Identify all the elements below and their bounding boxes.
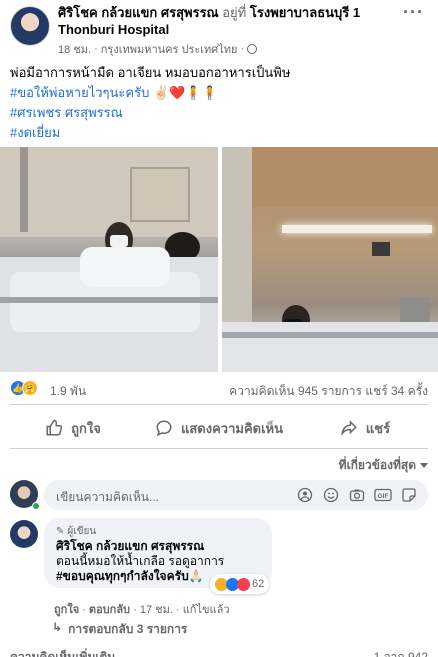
view-replies-button[interactable]: ↳ การตอบกลับ 3 รายการ [52, 620, 187, 639]
sticker-icon[interactable] [400, 486, 418, 504]
hashtag-link[interactable]: #งดเยี่ยม [10, 125, 60, 140]
post-photo-1[interactable] [0, 147, 218, 372]
comment-label: แสดงความคิดเห็น [180, 420, 283, 436]
comment-sort-row: ที่เกี่ยวข้องที่สุด [0, 456, 438, 472]
reply-arrow-icon: ↳ [52, 620, 63, 634]
care-reaction-icon: 🤗 [22, 380, 38, 396]
comment-composer: เขียนความคิดเห็น... GIF [0, 480, 438, 512]
author-name[interactable]: ศิริโชค กล้วยแขก ศรสุพรรณ [58, 5, 219, 20]
post-meta: 18 ชม. · กรุงเทพมหานคร ประเทศไทย · [58, 40, 258, 58]
share-count[interactable]: แชร์ 34 ครั้ง [365, 384, 428, 398]
sort-dropdown[interactable]: ที่เกี่ยวข้องที่สุด [339, 456, 428, 475]
comment-reaction-count: 62 [252, 578, 265, 590]
post-hashtag-line: #ขอให้พ่อหายไวๆนะครับ ✌🏻❤️🧍🧍 [10, 84, 430, 102]
comment-hashtag[interactable]: #ขอบคุณทุกๆกำลังใจครับ [56, 569, 189, 583]
post-title: ศิริโชค กล้วยแขก ศรสุพรรณ อยู่ที่ โรงพยา… [58, 4, 398, 38]
post-text: พ่อมีอาการหน้ามืด อาเจียน หมอบอกอาหารเป็… [10, 64, 430, 144]
pencil-icon: ✎ [56, 526, 65, 537]
commenter-avatar[interactable] [10, 520, 38, 548]
comment-page-count: 1 จาก 942 [373, 650, 428, 657]
meta-separator: · [94, 43, 98, 55]
comment-reactions[interactable]: 62 [210, 574, 270, 594]
caret-down-icon [420, 463, 428, 468]
view-more-comments[interactable]: ความคิดเห็นเพิ่มเติม [10, 648, 115, 657]
globe-icon [247, 44, 258, 54]
emoji-text: 🙏🏻 [188, 569, 204, 583]
at-prefix: อยู่ที่ [222, 5, 247, 20]
meta-separator: · [240, 43, 245, 55]
reaction-count[interactable]: 1.9 พัน [50, 382, 86, 401]
reaction-icons[interactable]: 👍 🤗 [10, 380, 38, 396]
comment-placeholder: เขียนความคิดเห็น... [56, 490, 159, 504]
ellipsis-icon[interactable]: ··· [403, 2, 424, 23]
comment-text: ตอนนี้หมอให้น้ำเกลือ รอดูอาการ [56, 554, 225, 568]
love-reaction-icon [237, 577, 250, 591]
share-arrow-icon [340, 420, 357, 436]
speech-bubble-icon [156, 420, 172, 437]
emoji-icon[interactable] [322, 486, 340, 504]
share-label: แชร์ [365, 420, 391, 436]
like-label: ถูกใจ [71, 420, 101, 436]
post-header: ศิริโชค กล้วยแขก ศรสุพรรณ อยู่ที่ โรงพยา… [0, 0, 438, 64]
replies-label: การตอบกลับ 3 รายการ [68, 622, 188, 636]
comment-item: ✎ ผู้เขียน ศิริโชค กล้วยแขก ศรสุพรรณ ตอน… [0, 518, 438, 616]
comment-meta: ถูกใจ · ตอบกลับ · 17 ชม. · แก้ไขแล้ว [54, 604, 230, 616]
divider [10, 448, 428, 449]
hashtag-link[interactable]: #ขอให้พ่อหายไวๆนะครับ [10, 85, 149, 100]
gif-icon[interactable]: GIF [374, 486, 392, 504]
commenter-name[interactable]: ศิริโชค กล้วยแขก ศรสุพรรณ [56, 539, 260, 554]
post-actions: ถูกใจ แสดงความคิดเห็น แชร์ [0, 410, 438, 446]
author-badge-label: ผู้เขียน [67, 526, 97, 537]
avatar-sticker-icon[interactable] [296, 486, 314, 504]
more-comments-row: ความคิดเห็นเพิ่มเติม 1 จาก 942 [0, 648, 438, 657]
comment-button[interactable]: แสดงความคิดเห็น [146, 410, 292, 446]
comment-input[interactable]: เขียนความคิดเห็น... GIF [44, 480, 428, 510]
post-time[interactable]: 18 ชม. [58, 40, 91, 58]
hashtag-link[interactable]: #ศรเพชร ศรสุพรรณ [10, 105, 123, 120]
comment-like-button[interactable]: ถูกใจ [54, 604, 79, 616]
post-location[interactable]: กรุงเทพมหานคร ประเทศไทย [101, 40, 238, 58]
comment-time[interactable]: 17 ชม. [140, 604, 173, 616]
author-avatar[interactable] [10, 6, 50, 46]
post-photos [0, 147, 438, 372]
emoji-text: ✌🏻❤️🧍🧍 [152, 85, 218, 100]
thumb-up-icon [46, 419, 63, 436]
sort-label: ที่เกี่ยวข้องที่สุด [338, 458, 416, 472]
post-stats: 👍 🤗 1.9 พัน ความคิดเห็น 945 รายการ แชร์ … [0, 380, 438, 398]
post-photo-2[interactable] [222, 147, 438, 372]
comment-reply-button[interactable]: ตอบกลับ [89, 604, 130, 616]
svg-text:GIF: GIF [378, 493, 389, 500]
camera-icon[interactable] [348, 486, 366, 504]
divider [10, 404, 428, 405]
like-button[interactable]: ถูกใจ [0, 410, 146, 446]
composer-tools: GIF [296, 486, 418, 504]
comments-shares-count: ความคิดเห็น 945 รายการ แชร์ 34 ครั้ง [229, 382, 428, 401]
comment-edited[interactable]: แก้ไขแล้ว [183, 604, 230, 616]
comment-count[interactable]: ความคิดเห็น 945 รายการ [229, 384, 362, 398]
post-text-line: พ่อมีอาการหน้ามืด อาเจียน หมอบอกอาหารเป็… [10, 65, 291, 80]
online-status-dot [32, 502, 40, 510]
author-badge: ✎ ผู้เขียน [56, 524, 260, 539]
share-button[interactable]: แชร์ [292, 410, 438, 446]
